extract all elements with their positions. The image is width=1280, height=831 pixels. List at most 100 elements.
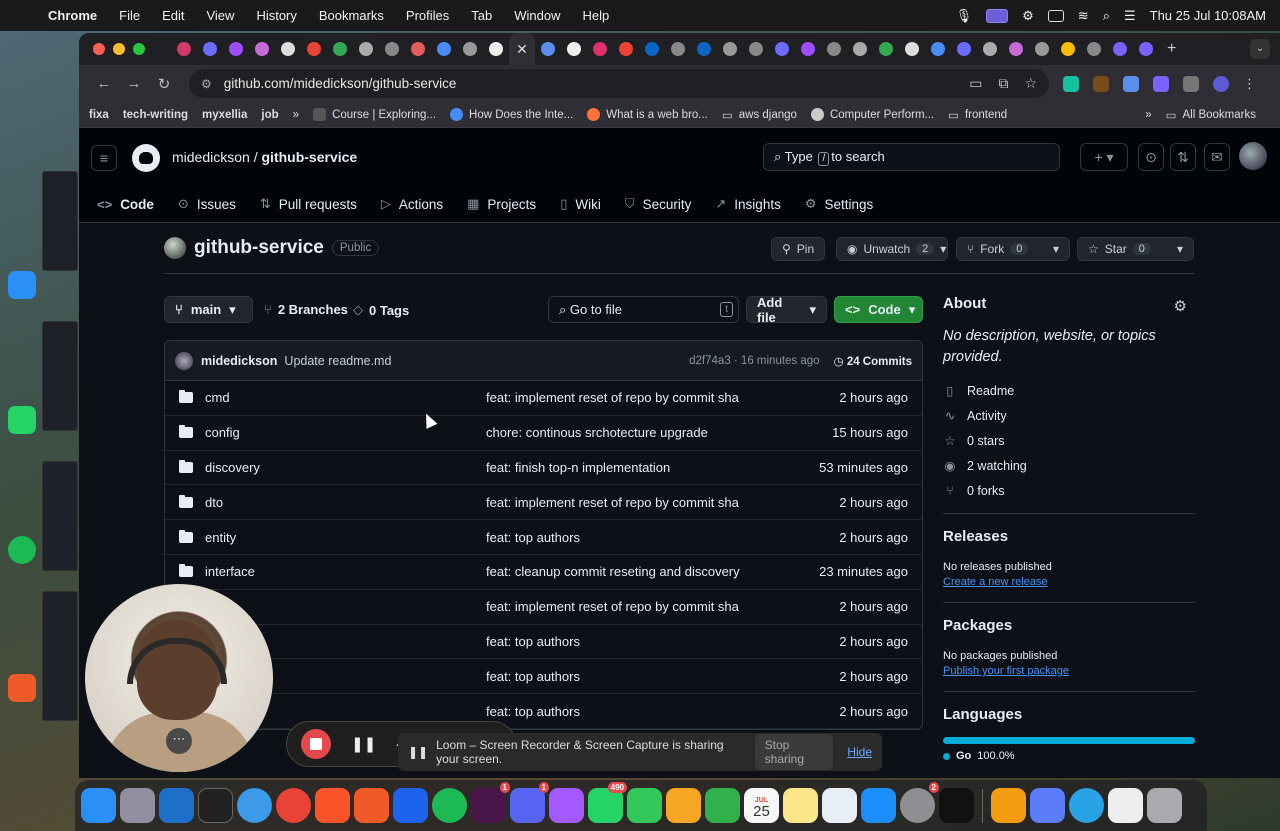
commit-author[interactable]: midedickson [201,354,277,368]
stop-sharing-button[interactable]: Stop sharing [754,734,834,770]
all-bookmarks[interactable]: ▭ All Bookmarks [1166,108,1256,122]
vscode-icon[interactable] [159,788,194,823]
spotify-icon[interactable] [8,536,36,564]
site-info-icon[interactable]: ⚙ [201,77,212,91]
window-thumbnail[interactable] [42,461,78,571]
tab[interactable] [197,33,223,65]
commit-message[interactable]: Update readme.md [284,354,391,368]
tab[interactable] [1003,33,1029,65]
whatsapp-icon[interactable]: 490 [588,782,627,823]
menu-tab[interactable]: Tab [471,8,492,23]
figma-icon[interactable] [549,788,584,823]
tab-insights[interactable]: ↗ Insights [715,185,780,223]
star-button[interactable]: ☆ Star 0 ▾ [1077,237,1194,261]
bookmark-job[interactable]: job [261,109,278,121]
gear-icon[interactable]: ⚙ [1174,297,1187,315]
tab[interactable] [431,33,457,65]
tab[interactable] [691,33,717,65]
docker-icon[interactable] [393,788,428,823]
readme-link[interactable]: ▯ Readme [943,382,1195,399]
file-commit-message[interactable]: feat: finish top-n implementation [486,460,806,475]
extension-icon[interactable] [1153,75,1169,92]
file-commit-message[interactable]: chore: continous srchotecture upgrade [486,425,806,440]
bookmark-computer-perf[interactable]: Computer Perform... [810,108,934,121]
tab-code[interactable]: <> Code [93,185,158,225]
tab-search-button[interactable]: ⌄ [1250,39,1270,59]
menu-bookmarks[interactable]: Bookmarks [319,8,384,23]
maximize-window-button[interactable] [133,43,145,55]
tab[interactable] [951,33,977,65]
status-icon[interactable]: ⚙ [1022,8,1034,24]
tab[interactable] [1133,33,1159,65]
safari-icon[interactable] [237,788,272,823]
window-thumbnail[interactable] [42,591,78,721]
forward-button[interactable]: → [119,75,149,92]
table-row[interactable]: feat: top authors 2 hours ago [165,694,922,729]
table-row[interactable]: dto feat: implement reset of repo by comm… [165,485,922,521]
file-commit-message[interactable]: feat: implement reset of repo by commit … [486,390,806,405]
bookmark-star-icon[interactable]: ☆ [1024,75,1037,92]
tab[interactable] [249,33,275,65]
table-row[interactable]: entity feat: top authors 2 hours ago [165,520,922,555]
menu-view[interactable]: View [206,8,234,23]
battery-icon[interactable] [1047,9,1064,22]
file-name[interactable]: config [205,425,486,440]
watching-link[interactable]: ◉ 2 watching [943,457,1195,474]
window-thumbnail[interactable] [42,171,78,271]
extension-icon[interactable] [1123,75,1139,92]
issues-icon[interactable]: ⊙ [1138,143,1164,171]
tags-link[interactable]: ◇ 0 Tags [353,302,409,318]
more-menu-icon[interactable]: ⋮ [1243,76,1256,92]
screen-share-icon[interactable] [986,8,1009,23]
table-row[interactable]: feat: top authors 2 hours ago [165,659,922,695]
new-tab-button[interactable]: + [1167,40,1176,58]
menu-help[interactable]: Help [583,8,610,23]
tab[interactable] [457,33,483,65]
loom-camera-bubble[interactable]: ⋯ [85,584,273,772]
stars-link[interactable]: ☆ 0 stars [943,432,1195,449]
tab-security[interactable]: ⛉ Security [625,185,692,223]
tab[interactable] [1055,33,1081,65]
tab[interactable] [925,33,951,65]
language-item[interactable]: Go 100.0% [943,750,1195,762]
system-settings-icon[interactable]: 2 [900,782,939,823]
tab[interactable] [353,33,379,65]
bookmark-myxellia[interactable]: myxellia [202,109,247,121]
apple-icon[interactable] [14,8,30,24]
bookmark-folder-frontend[interactable]: ▭ frontend [948,108,1007,122]
finder-icon[interactable] [81,788,116,823]
bookmarks-overflow-right[interactable]: » [1145,109,1151,121]
repo-link[interactable]: github-service [262,149,358,165]
calendar-icon[interactable]: JUL 25 [744,788,779,823]
tab[interactable] [1081,33,1107,65]
terminal-icon[interactable] [198,788,233,823]
tab[interactable] [223,33,249,65]
tab[interactable] [535,33,561,65]
activity-link[interactable]: ∿ Activity [943,407,1195,424]
bookmark-fixa[interactable]: fixa [89,109,109,121]
active-tab-close-icon[interactable]: ✕ [509,33,535,65]
file-name[interactable]: ...ter [205,599,486,614]
create-new-button[interactable]: + ▾ [1080,143,1128,171]
tab-pull-requests[interactable]: ⇅ Pull requests [260,185,357,223]
go-to-file-input[interactable]: ⌕ Go to file t [548,296,739,323]
file-commit-message[interactable]: feat: top authors [486,634,806,649]
back-button[interactable]: ← [89,75,119,92]
file-commit-message[interactable]: feat: cleanup commit reseting and discov… [486,564,806,579]
tab[interactable] [977,33,1003,65]
tab[interactable] [483,33,509,65]
menubar-clock[interactable]: Thu 25 Jul 10:08AM [1150,8,1266,23]
menu-history[interactable]: History [256,8,296,23]
commit-sha-time[interactable]: d2f74a3 · 16 minutes ago [689,355,819,367]
tab[interactable] [379,33,405,65]
bookmark-how-does[interactable]: How Does the Inte... [450,108,573,121]
stop-recording-button[interactable] [301,729,331,759]
wifi-icon[interactable]: ≋ [1078,8,1089,24]
repo-name[interactable]: github-service [194,237,324,259]
tab[interactable] [873,33,899,65]
avatar[interactable] [1239,142,1267,170]
pause-icon[interactable]: ❚❚ [351,735,376,753]
commits-link[interactable]: ◷ 24 Commits [834,354,912,368]
bookmarks-overflow-left[interactable]: » [293,109,299,121]
facetime-icon[interactable] [705,788,740,823]
